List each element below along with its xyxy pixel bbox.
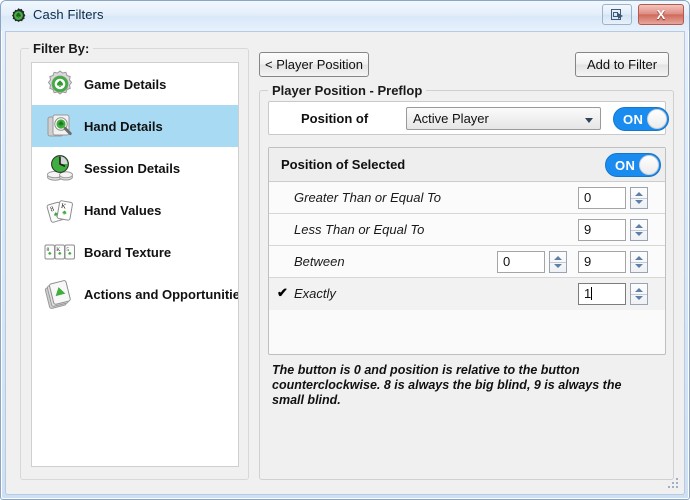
spinner-up-icon[interactable] xyxy=(635,224,643,228)
sidebar-item-actions-and-opportunities[interactable]: Actions and Opportunities xyxy=(32,273,238,315)
condition-label: Between xyxy=(294,254,345,269)
position-of-selected-header: Position of Selected ON xyxy=(269,148,665,182)
close-icon: X xyxy=(656,7,666,22)
app-gear-icon xyxy=(11,8,26,23)
position-of-selected-toggle[interactable]: ON xyxy=(605,153,661,177)
between-min-spinner-buttons[interactable] xyxy=(549,251,567,273)
checkmark-icon: ✔ xyxy=(277,285,288,300)
toggle-label: ON xyxy=(615,158,636,173)
sidebar-item-label: Board Texture xyxy=(84,244,172,260)
spinner-separator xyxy=(631,294,647,295)
condition-row-greater-than-or-equal-to[interactable]: Greater Than or Equal To 0 xyxy=(269,182,665,214)
sidebar-item-hand-values[interactable]: 8 K Hand Values xyxy=(32,189,238,231)
filter-by-group: Filter By: Game Details Hand Details Ses… xyxy=(20,41,249,480)
spinner-separator xyxy=(631,198,647,199)
sidebar-item-label: Hand Details xyxy=(84,118,163,134)
chevron-down-icon xyxy=(585,118,593,123)
condition-label: Exactly xyxy=(294,286,336,301)
condition-row-exactly[interactable]: ✔ Exactly 1 xyxy=(269,278,665,310)
window-frame: Cash Filters X Filter By: Game Details H… xyxy=(0,0,690,500)
spinner-down-icon[interactable] xyxy=(554,264,562,268)
sidebar-item-label: Game Details xyxy=(84,76,167,92)
spinner-up-icon[interactable] xyxy=(635,256,643,260)
between-max-spinner-buttons[interactable] xyxy=(630,251,648,273)
spinner-separator xyxy=(550,262,566,263)
sidebar-item-session-details[interactable]: Session Details xyxy=(32,147,238,189)
spinner-down-icon[interactable] xyxy=(635,296,643,300)
text-caret xyxy=(591,287,592,300)
lte-spinner-buttons[interactable] xyxy=(630,219,648,241)
gear-spade-icon xyxy=(40,66,80,102)
position-of-label: Position of xyxy=(301,111,369,126)
help-text: The button is 0 and position is relative… xyxy=(272,363,622,407)
back-to-player-position-button[interactable]: < Player Position xyxy=(259,52,369,77)
player-position-preflop-group: Player Position - Preflop Position of Ac… xyxy=(259,83,674,480)
spinner-down-icon[interactable] xyxy=(635,264,643,268)
chips-clock-icon xyxy=(40,150,80,186)
spinner-separator xyxy=(631,230,647,231)
close-window-button[interactable]: X xyxy=(638,4,684,25)
svg-text:8: 8 xyxy=(47,247,50,253)
add-to-filter-button[interactable]: Add to Filter xyxy=(575,52,669,77)
gte-spinner-buttons[interactable] xyxy=(630,187,648,209)
filter-category-list[interactable]: Game Details Hand Details Session Detail… xyxy=(31,62,239,467)
sidebar-item-game-details[interactable]: Game Details xyxy=(32,63,238,105)
position-of-toggle[interactable]: ON xyxy=(613,107,669,131)
exactly-input[interactable]: 1 xyxy=(578,283,626,305)
spinner-separator xyxy=(631,262,647,263)
spinner-down-icon[interactable] xyxy=(635,232,643,236)
condition-label: Less Than or Equal To xyxy=(294,222,425,237)
title-bar: Cash Filters X xyxy=(1,1,689,31)
position-of-selected-label: Position of Selected xyxy=(281,157,406,172)
two-cards-icon: 8 K xyxy=(40,192,80,228)
resize-grip[interactable] xyxy=(668,478,680,490)
restore-icon xyxy=(611,9,623,20)
toggle-knob xyxy=(647,109,667,129)
lte-input[interactable]: 9 xyxy=(578,219,626,241)
toggle-knob xyxy=(639,155,659,175)
condition-row-less-than-or-equal-to[interactable]: Less Than or Equal To 9 xyxy=(269,214,665,246)
between-max-input[interactable]: 9 xyxy=(578,251,626,273)
condition-label: Greater Than or Equal To xyxy=(294,190,441,205)
exactly-spinner-buttons[interactable] xyxy=(630,283,648,305)
sidebar-item-label: Actions and Opportunities xyxy=(84,286,239,302)
spinner-up-icon[interactable] xyxy=(635,288,643,292)
spinner-down-icon[interactable] xyxy=(635,200,643,204)
window-title: Cash Filters xyxy=(33,7,104,22)
spinner-up-icon[interactable] xyxy=(635,192,643,196)
restore-window-button[interactable] xyxy=(602,4,632,25)
position-of-dropdown-value: Active Player xyxy=(413,111,489,126)
position-of-row: Position of Active Player ON xyxy=(268,101,669,135)
client-area: Filter By: Game Details Hand Details Ses… xyxy=(5,31,685,495)
cards-magnifier-icon xyxy=(40,108,80,144)
gte-input[interactable]: 0 xyxy=(578,187,626,209)
sidebar-item-label: Hand Values xyxy=(84,202,162,218)
card-stack-icon xyxy=(40,276,80,312)
position-of-dropdown[interactable]: Active Player xyxy=(406,107,601,130)
svg-text:5: 5 xyxy=(66,247,69,253)
right-panel: < Player Position Add to Filter Player P… xyxy=(256,40,678,487)
player-position-preflop-label: Player Position - Preflop xyxy=(268,83,427,98)
position-of-selected-panel: Position of Selected ON Greater Than or … xyxy=(268,147,666,355)
three-cards-icon: 8 K 5 xyxy=(40,234,80,270)
spinner-up-icon[interactable] xyxy=(554,256,562,260)
sidebar-item-board-texture[interactable]: 8 K 5 Board Texture xyxy=(32,231,238,273)
sidebar-item-label: Session Details xyxy=(84,160,181,176)
filter-by-label: Filter By: xyxy=(29,41,94,56)
condition-row-between[interactable]: Between 0 9 xyxy=(269,246,665,278)
between-min-input[interactable]: 0 xyxy=(497,251,545,273)
sidebar-item-hand-details[interactable]: Hand Details xyxy=(32,105,238,147)
toggle-label: ON xyxy=(623,112,644,127)
